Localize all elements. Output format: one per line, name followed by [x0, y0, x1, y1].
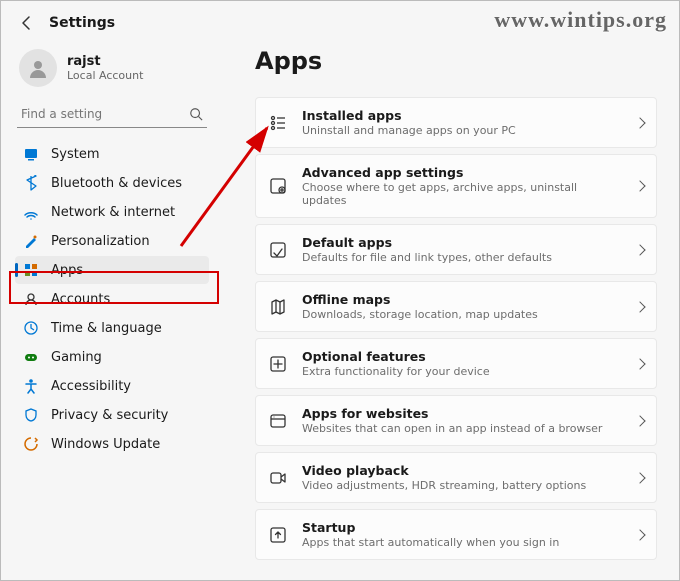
chevron-right-icon: [634, 529, 645, 540]
sidebar-item-label: Windows Update: [51, 437, 160, 452]
sidebar-item-privacy[interactable]: Privacy & security: [15, 401, 209, 429]
window-title: Settings: [49, 15, 115, 31]
user-sub: Local Account: [67, 69, 143, 82]
update-icon: [23, 436, 39, 452]
card-optional[interactable]: Optional featuresExtra functionality for…: [255, 338, 657, 389]
card-sub: Apps that start automatically when you s…: [302, 536, 622, 549]
card-websites[interactable]: Apps for websitesWebsites that can open …: [255, 395, 657, 446]
websites-icon: [268, 411, 288, 431]
back-button[interactable]: [19, 15, 35, 31]
advanced-icon: [268, 176, 288, 196]
sidebar: rajst Local Account System Bluetooth & de…: [1, 35, 219, 560]
sidebar-item-bluetooth[interactable]: Bluetooth & devices: [15, 169, 209, 197]
card-title: Optional features: [302, 349, 622, 364]
card-installed[interactable]: Installed appsUninstall and manage apps …: [255, 97, 657, 148]
user-name: rajst: [67, 54, 143, 69]
sidebar-item-label: Bluetooth & devices: [51, 176, 182, 191]
accounts-icon: [23, 291, 39, 307]
card-sub: Video adjustments, HDR streaming, batter…: [302, 479, 622, 492]
card-title: Apps for websites: [302, 406, 622, 421]
card-title: Offline maps: [302, 292, 622, 307]
network-icon: [23, 204, 39, 220]
chevron-right-icon: [634, 301, 645, 312]
apps-icon: [23, 262, 39, 278]
card-default[interactable]: Default appsDefaults for file and link t…: [255, 224, 657, 275]
card-sub: Websites that can open in an app instead…: [302, 422, 622, 435]
card-sub: Defaults for file and link types, other …: [302, 251, 622, 264]
sidebar-item-label: Gaming: [51, 350, 102, 365]
sidebar-item-label: Accounts: [51, 292, 110, 307]
search-box[interactable]: [17, 101, 207, 128]
card-title: Advanced app settings: [302, 165, 622, 180]
sidebar-item-personalization[interactable]: Personalization: [15, 227, 209, 255]
search-icon: [189, 107, 203, 121]
chevron-right-icon: [634, 472, 645, 483]
user-account[interactable]: rajst Local Account: [15, 43, 209, 101]
default-icon: [268, 240, 288, 260]
sidebar-item-label: Time & language: [51, 321, 162, 336]
video-icon: [268, 468, 288, 488]
search-input[interactable]: [21, 107, 189, 121]
sidebar-item-label: Privacy & security: [51, 408, 168, 423]
card-video[interactable]: Video playbackVideo adjustments, HDR str…: [255, 452, 657, 503]
time-icon: [23, 320, 39, 336]
main-content: Apps Installed appsUninstall and manage …: [219, 35, 679, 560]
maps-icon: [268, 297, 288, 317]
sidebar-item-accounts[interactable]: Accounts: [15, 285, 209, 313]
system-icon: [23, 146, 39, 162]
chevron-right-icon: [634, 415, 645, 426]
sidebar-item-label: Apps: [51, 263, 83, 278]
optional-icon: [268, 354, 288, 374]
chevron-right-icon: [634, 117, 645, 128]
sidebar-item-label: Accessibility: [51, 379, 131, 394]
card-startup[interactable]: StartupApps that start automatically whe…: [255, 509, 657, 560]
card-sub: Choose where to get apps, archive apps, …: [302, 181, 622, 207]
accessibility-icon: [23, 378, 39, 394]
sidebar-item-gaming[interactable]: Gaming: [15, 343, 209, 371]
privacy-icon: [23, 407, 39, 423]
sidebar-item-accessibility[interactable]: Accessibility: [15, 372, 209, 400]
sidebar-item-apps[interactable]: Apps: [15, 256, 209, 284]
personalization-icon: [23, 233, 39, 249]
gaming-icon: [23, 349, 39, 365]
card-sub: Uninstall and manage apps on your PC: [302, 124, 622, 137]
card-maps[interactable]: Offline mapsDownloads, storage location,…: [255, 281, 657, 332]
sidebar-item-label: Network & internet: [51, 205, 175, 220]
bluetooth-icon: [23, 175, 39, 191]
card-sub: Downloads, storage location, map updates: [302, 308, 622, 321]
card-title: Startup: [302, 520, 622, 535]
card-sub: Extra functionality for your device: [302, 365, 622, 378]
startup-icon: [268, 525, 288, 545]
sidebar-item-system[interactable]: System: [15, 140, 209, 168]
sidebar-item-time[interactable]: Time & language: [15, 314, 209, 342]
sidebar-item-label: System: [51, 147, 99, 162]
chevron-right-icon: [634, 358, 645, 369]
chevron-right-icon: [634, 244, 645, 255]
page-title: Apps: [255, 47, 657, 75]
sidebar-item-label: Personalization: [51, 234, 150, 249]
avatar: [19, 49, 57, 87]
sidebar-item-update[interactable]: Windows Update: [15, 430, 209, 458]
card-title: Video playback: [302, 463, 622, 478]
watermark: www.wintips.org: [494, 7, 667, 33]
card-advanced[interactable]: Advanced app settingsChoose where to get…: [255, 154, 657, 218]
sidebar-item-network[interactable]: Network & internet: [15, 198, 209, 226]
installed-icon: [268, 113, 288, 133]
chevron-right-icon: [634, 180, 645, 191]
card-title: Default apps: [302, 235, 622, 250]
card-title: Installed apps: [302, 108, 622, 123]
